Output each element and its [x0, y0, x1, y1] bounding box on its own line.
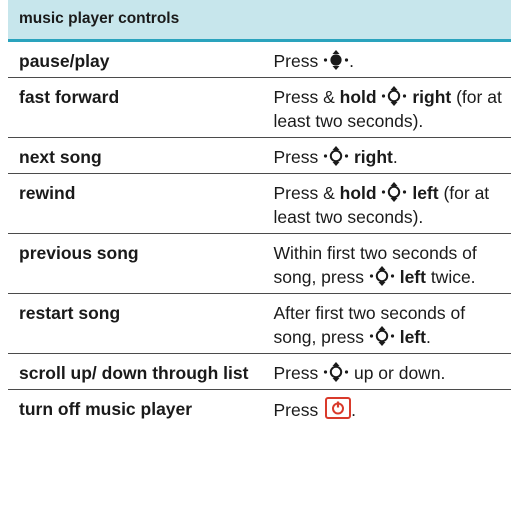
music-player-controls-table: music player controls pause/play Press .…: [8, 0, 511, 426]
row-description: Press .: [259, 40, 511, 78]
row-description: Press right.: [259, 137, 511, 174]
navigation-key-icon: [369, 325, 394, 346]
row-label: pause/play: [8, 40, 260, 78]
table-title: music player controls: [8, 0, 511, 42]
row-description: Press & hold right (for at least two sec…: [259, 77, 511, 138]
table-row: turn off music player Press .: [8, 389, 511, 426]
table-row: fast forward Press & hold right (for at …: [8, 77, 511, 138]
table-row: scroll up/ down through list Press up or…: [8, 353, 511, 390]
navigation-key-center-icon: [324, 49, 349, 70]
table-row: pause/play Press .: [8, 40, 511, 78]
navigation-key-icon: [324, 145, 349, 166]
navigation-key-icon: [369, 265, 394, 286]
power-end-key-icon: [325, 396, 352, 419]
row-label: fast forward: [8, 77, 260, 138]
row-description: Press .: [260, 389, 511, 426]
row-label: scroll up/ down through list: [8, 353, 260, 390]
table-row: restart song After first two seconds of …: [8, 293, 511, 354]
row-label: previous song: [8, 233, 260, 294]
table-row: rewind Press & hold left (for at least t…: [8, 173, 511, 234]
row-label: rewind: [8, 173, 260, 234]
row-description: Press & hold left (for at least two seco…: [259, 173, 511, 234]
row-label: next song: [8, 137, 260, 174]
table-row: previous song Within first two seconds o…: [8, 233, 511, 294]
row-label: restart song: [8, 293, 260, 354]
navigation-key-icon: [382, 181, 407, 202]
table-row: next song Press right.: [8, 137, 511, 174]
row-description: Within first two seconds of song, press …: [259, 233, 511, 294]
table-header-row: music player controls: [8, 0, 511, 42]
navigation-key-icon: [382, 85, 407, 106]
row-description: After first two seconds of song, press l…: [259, 293, 511, 354]
row-description: Press up or down.: [259, 353, 511, 390]
navigation-key-icon: [324, 361, 349, 382]
row-label: turn off music player: [19, 398, 193, 419]
